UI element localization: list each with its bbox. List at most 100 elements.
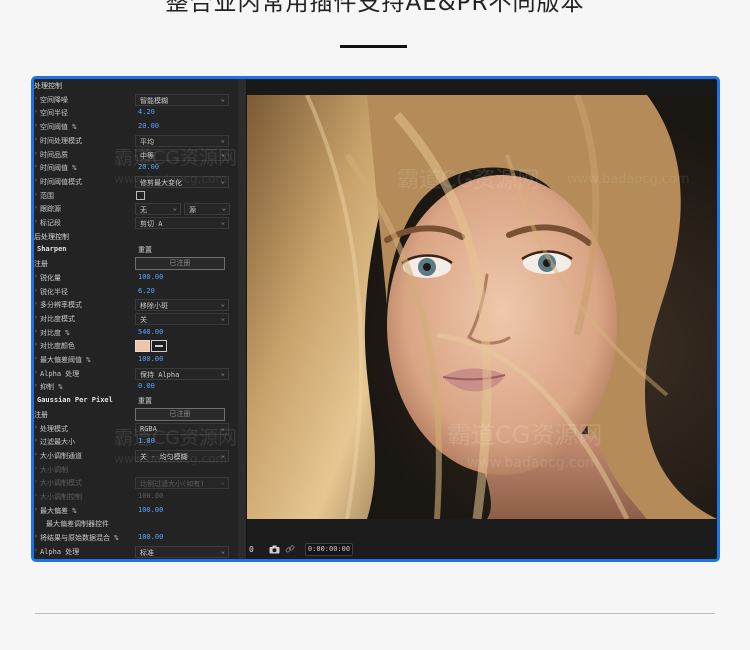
range-checkbox[interactable] xyxy=(136,190,145,200)
chevron-down-icon: ⌄ xyxy=(220,218,225,226)
param-label: 过滤最大小 xyxy=(40,438,75,447)
param-label: 注册 xyxy=(34,410,48,419)
param-label: 最大偏差阈值 % xyxy=(40,356,91,364)
registered-button[interactable]: 已注册 xyxy=(135,257,225,271)
param-temporal-mode: › 时间处理模式 平均 ⌄ xyxy=(34,134,238,148)
expand-arrow-icon[interactable]: › xyxy=(34,424,38,431)
dropdown-value: 智能模糊 xyxy=(140,96,168,105)
monitor-controls-bar: 0 0:00:00:00 xyxy=(247,519,717,559)
section-title: 处理控制 xyxy=(34,82,62,90)
param-size-channel: › 大小调制通道 关 - 均匀模糊 ⌄ xyxy=(34,449,238,463)
expand-arrow-icon[interactable]: › xyxy=(34,273,38,280)
watermark-brand: 霸道CG资源网 xyxy=(397,168,539,193)
contrast-mode-dropdown[interactable]: 关 ⌄ xyxy=(135,312,229,325)
watermark-brand: 霸道CG资源网 xyxy=(447,421,602,449)
effect-gaussian-per-pixel[interactable]: Gaussian Per Pixel 重置 xyxy=(34,394,238,408)
eyedropper-icon[interactable] xyxy=(151,340,167,353)
section-post-processing[interactable]: 后处理控制 xyxy=(34,230,238,244)
expand-arrow-icon[interactable]: › xyxy=(34,108,38,115)
alpha-handling-dropdown[interactable]: 保持 Alpha ⌄ xyxy=(135,367,229,380)
camera-icon[interactable] xyxy=(269,545,280,554)
param-label: 将结果与原始数据混合 % xyxy=(40,534,119,543)
expand-arrow-icon[interactable]: › xyxy=(34,300,38,307)
sharpen-amount-value[interactable]: 100.00 xyxy=(138,273,163,281)
registered-button[interactable]: 已注册 xyxy=(135,407,225,421)
param-label: 对比度 % xyxy=(40,328,70,337)
chevron-down-icon: ⌄ xyxy=(172,204,177,213)
expand-arrow-icon[interactable]: › xyxy=(34,533,38,540)
dropdown-value: 剪切 A xyxy=(140,220,163,228)
expand-arrow-icon[interactable]: › xyxy=(34,150,38,157)
app-window: 处理控制 › 空间降噪 智能模糊 ⌄ › 空间半径 4.20 › 空间阈值 % … xyxy=(31,76,720,562)
reset-link[interactable]: 重置 xyxy=(138,396,152,406)
expand-arrow-icon[interactable]: › xyxy=(34,506,38,513)
param-sharpen-radius: › 锐化半径 6.20 xyxy=(34,285,238,299)
expand-arrow-icon[interactable]: › xyxy=(34,191,38,198)
trace-source-dropdown[interactable]: 无 ⌄ xyxy=(135,203,181,216)
spatial-denoise-dropdown[interactable]: 智能模糊 ⌄ xyxy=(135,93,229,106)
param-label: 大小调制通道 xyxy=(40,451,82,460)
param-filter-max: › 过滤最大小 1.80 xyxy=(34,435,238,449)
expand-arrow-icon[interactable]: › xyxy=(34,122,38,129)
filter-max-value[interactable]: 1.80 xyxy=(138,437,155,445)
suppress-value[interactable]: 0.00 xyxy=(138,382,155,390)
expand-arrow-icon[interactable]: › xyxy=(34,341,38,348)
expand-arrow-icon[interactable]: › xyxy=(34,451,38,458)
spatial-threshold-value[interactable]: 20.00 xyxy=(138,122,159,130)
process-mode-dropdown[interactable]: RGBA ⌄ xyxy=(135,422,229,435)
chevron-down-icon: ⌄ xyxy=(220,423,225,432)
sharpen-radius-value[interactable]: 6.20 xyxy=(138,287,155,295)
expand-arrow-icon[interactable]: › xyxy=(34,547,38,554)
panel-scrollbar[interactable] xyxy=(238,79,247,559)
param-process-mode: › 处理模式 RGBA ⌄ xyxy=(34,422,238,436)
size-channel-dropdown[interactable]: 关 - 均匀模糊 ⌄ xyxy=(135,449,229,462)
expand-arrow-icon[interactable]: › xyxy=(34,218,38,225)
expand-arrow-icon[interactable]: › xyxy=(34,314,38,321)
temporal-threshold-value[interactable]: 20.00 xyxy=(138,163,159,171)
reset-link[interactable]: 重置 xyxy=(138,245,152,255)
param-size-mod-mode: › 大小调制模式 比例过滤大小(如有) ⌄ xyxy=(34,476,238,490)
temporal-quality-dropdown[interactable]: 中等 ⌄ xyxy=(135,148,229,161)
param-range: › 范围 xyxy=(34,189,238,203)
expand-arrow-icon[interactable]: › xyxy=(34,136,38,143)
effect-title: Sharpen xyxy=(37,245,67,254)
expand-arrow-icon[interactable]: › xyxy=(34,163,38,170)
expand-arrow-icon[interactable]: › xyxy=(34,328,38,335)
expand-arrow-icon[interactable]: › xyxy=(34,355,38,362)
temporal-threshold-mode-dropdown[interactable]: 修剪最大变化 ⌄ xyxy=(135,175,229,188)
marker-dropdown[interactable]: 剪切 A ⌄ xyxy=(135,217,229,229)
spatial-radius-value[interactable]: 4.20 xyxy=(138,108,155,116)
param-label: 对比度模式 xyxy=(40,314,75,323)
expand-arrow-icon[interactable]: › xyxy=(34,369,38,376)
expand-arrow-icon[interactable]: › xyxy=(34,382,38,389)
contrast-pct-value[interactable]: 540.00 xyxy=(138,328,163,336)
blend-original-value[interactable]: 100.00 xyxy=(138,533,163,541)
multi-res-mode-dropdown[interactable]: 移除小斑 ⌄ xyxy=(135,299,229,312)
alpha-handling-2-dropdown[interactable]: 标准 ⌄ xyxy=(135,545,229,558)
param-contrast-pct: › 对比度 % 540.00 xyxy=(34,326,238,340)
param-spatial-radius: › 空间半径 4.20 xyxy=(34,106,238,120)
param-max-dev-threshold: › 最大偏差阈值 % 100.00 xyxy=(34,353,238,367)
trace-source-layer-dropdown[interactable]: 源 ⌄ xyxy=(184,203,230,216)
section-processing-controls[interactable]: 处理控制 xyxy=(34,79,238,93)
expand-arrow-icon[interactable]: › xyxy=(34,437,38,444)
expand-arrow-icon[interactable]: › xyxy=(34,287,38,294)
dropdown-value: 中等 xyxy=(140,151,154,160)
timecode-display[interactable]: 0:00:00:00 xyxy=(305,543,353,556)
video-preview[interactable]: 霸道CG资源网 www.badaocg.com 霸道CG资源网 www.bada… xyxy=(247,95,717,519)
link-icon[interactable] xyxy=(285,544,295,554)
max-deviation-value[interactable]: 100.00 xyxy=(138,506,163,514)
effect-sharpen[interactable]: Sharpen 重置 xyxy=(34,243,238,257)
size-mod-mode-dropdown: 比例过滤大小(如有) ⌄ xyxy=(135,477,229,490)
dropdown-value: 修剪最大变化 xyxy=(140,178,182,187)
param-label: 时间品质 xyxy=(40,150,68,159)
expand-arrow-icon[interactable]: › xyxy=(34,177,38,184)
color-swatch[interactable] xyxy=(135,340,150,353)
expand-arrow-icon[interactable]: › xyxy=(34,204,38,211)
param-label: Alpha 处理 xyxy=(40,369,80,378)
param-max-dev-controller: 最大偏差调制器控件 xyxy=(34,517,238,531)
param-label: 大小调制控制 xyxy=(40,493,82,501)
temporal-mode-dropdown[interactable]: 平均 ⌄ xyxy=(135,134,229,147)
max-dev-value[interactable]: 100.00 xyxy=(138,355,163,363)
expand-arrow-icon[interactable]: › xyxy=(34,95,38,102)
